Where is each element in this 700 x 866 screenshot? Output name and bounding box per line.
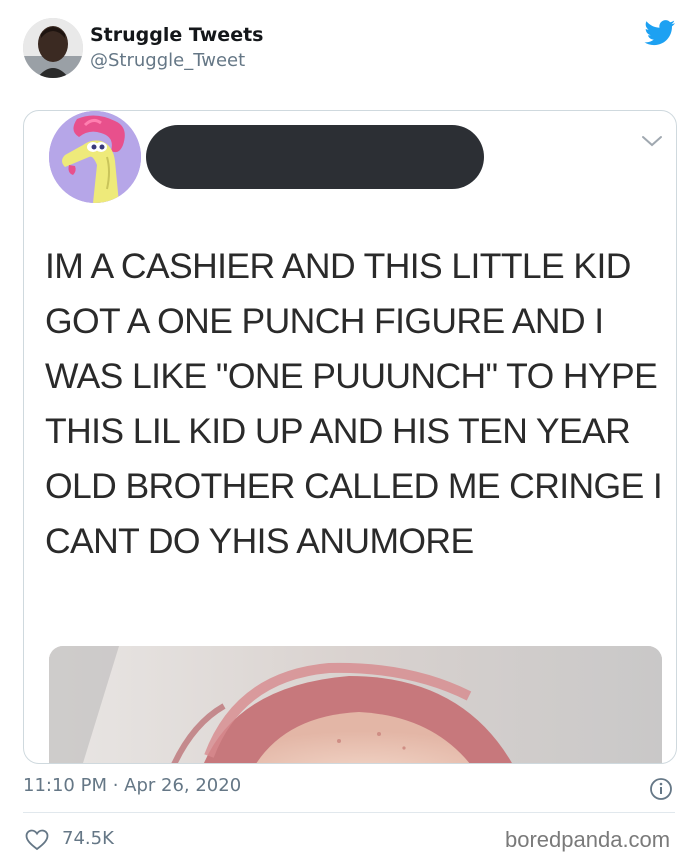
embedded-photo [49, 646, 662, 763]
author-name[interactable]: Struggle Tweets [90, 24, 263, 46]
redacted-username [146, 125, 484, 189]
author-avatar-image [23, 18, 83, 78]
embedded-tweet-text: IM A CASHIER AND THIS LITTLE KID GOT A O… [45, 246, 663, 561]
embedded-screenshot: IM A CASHIER AND THIS LITTLE KID GOT A O… [23, 110, 677, 764]
info-icon[interactable] [649, 777, 673, 801]
tweet-timestamp[interactable]: 11:10 PM · Apr 26, 2020 [23, 775, 241, 796]
author-avatar[interactable] [23, 18, 83, 78]
chevron-down-icon[interactable] [640, 133, 664, 149]
author-handle[interactable]: @Struggle_Tweet [90, 50, 245, 71]
cartoon-avatar-image [49, 111, 141, 203]
selfie-photo-image [49, 646, 662, 763]
card-avatar [49, 111, 141, 203]
footer-divider [23, 812, 675, 813]
tweet-embed: Struggle Tweets @Struggle_Tweet IM A CAS… [0, 0, 700, 866]
site-watermark: boredpanda.com [505, 827, 671, 852]
twitter-bird-icon[interactable] [644, 20, 676, 46]
heart-icon[interactable] [25, 829, 49, 851]
like-count: 74.5K [62, 828, 114, 849]
